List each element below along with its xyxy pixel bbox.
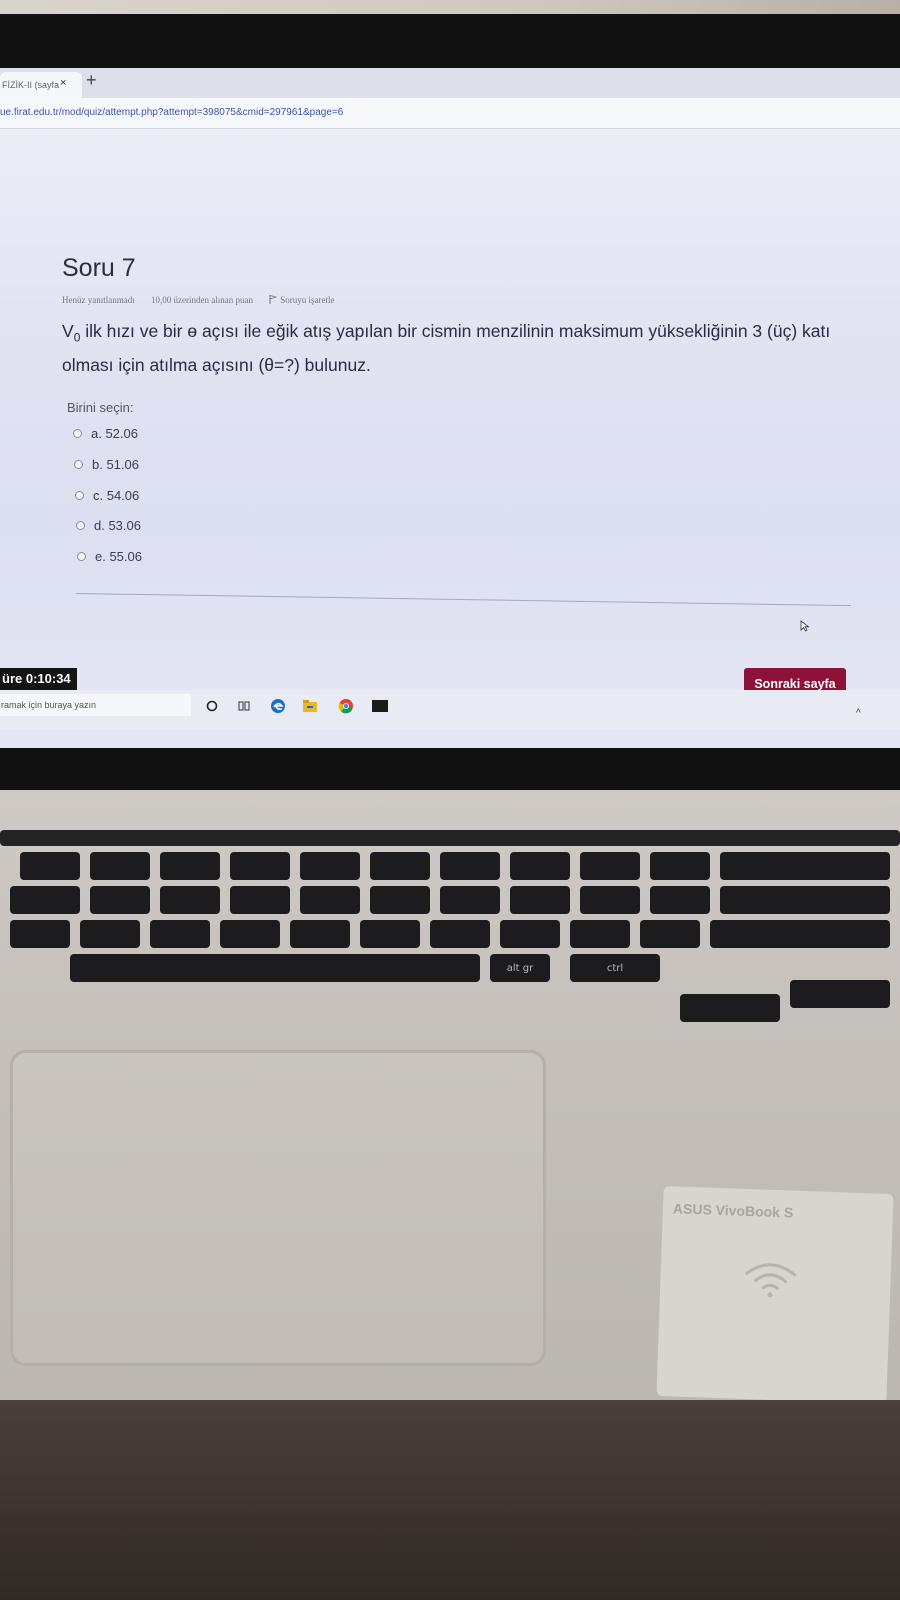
arrow-left-key: [680, 994, 780, 1022]
task-view-icon[interactable]: [236, 698, 252, 714]
divider: [75, 593, 851, 607]
key: [300, 886, 360, 914]
key: [710, 920, 890, 948]
option-label: d. 53.06: [94, 518, 141, 533]
ctrl-key: ctrl: [570, 954, 660, 982]
key: [650, 852, 710, 880]
key: [230, 852, 290, 880]
radio-button[interactable]: [76, 521, 85, 530]
keyboard: alt gr ctrl: [0, 830, 900, 1030]
key: [510, 852, 570, 880]
file-explorer-icon[interactable]: [302, 698, 318, 714]
option-label: a. 52.06: [91, 426, 138, 441]
flag-question-label: Soruyu işaretle: [280, 295, 335, 305]
browser-tab[interactable]: FİZİK-II (sayfa ×: [0, 72, 82, 98]
table-surface: [0, 1400, 900, 1600]
key: [370, 886, 430, 914]
key: [160, 886, 220, 914]
question-text: V0 ilk hızı ve bir ɵ açısı ile eğik atış…: [62, 321, 831, 375]
option-label: e. 55.06: [95, 549, 142, 564]
key: [580, 852, 640, 880]
key: [160, 852, 220, 880]
tab-close-icon[interactable]: ×: [60, 77, 66, 89]
edge-browser-icon[interactable]: [270, 698, 286, 714]
windows-taskbar: ramak için buraya yazın ^: [0, 690, 900, 730]
function-key-row: [0, 830, 900, 846]
terminal-app-icon[interactable]: [372, 698, 388, 714]
key: [370, 852, 430, 880]
question-title: Soru 7: [62, 254, 136, 282]
option-label: c. 54.06: [93, 488, 140, 503]
laptop-screen: FİZİK-II (sayfa × + ue.firat.edu.tr/mod/…: [0, 68, 900, 768]
space-key: [70, 954, 480, 982]
answer-option-e[interactable]: e. 55.06: [77, 549, 142, 564]
alt-gr-key: alt gr: [490, 954, 550, 982]
answer-option-d[interactable]: d. 53.06: [76, 518, 141, 533]
option-label: b. 51.06: [92, 457, 139, 472]
key: [440, 852, 500, 880]
key: [10, 886, 80, 914]
key: [360, 920, 420, 948]
laptop-sticker: ASUS VivoBook S: [656, 1186, 894, 1404]
key: [510, 886, 570, 914]
url-text: ue.firat.edu.tr/mod/quiz/attempt.php?att…: [0, 107, 344, 118]
address-bar[interactable]: ue.firat.edu.tr/mod/quiz/attempt.php?att…: [0, 98, 900, 129]
key: [640, 920, 700, 948]
key: [290, 920, 350, 948]
browser-tab-bar: FİZİK-II (sayfa × +: [0, 68, 900, 98]
key: [20, 852, 80, 880]
flag-question-link[interactable]: Soruyu işaretle: [269, 295, 348, 305]
key: [720, 886, 890, 914]
answer-prompt: Birini seçin:: [67, 400, 134, 415]
laptop-bezel-top: [0, 14, 900, 74]
key: [90, 886, 150, 914]
touchpad: [10, 1050, 546, 1366]
key: [90, 852, 150, 880]
radio-button[interactable]: [75, 491, 84, 500]
key: [230, 886, 290, 914]
quiz-timer: üre 0:10:34: [0, 668, 77, 690]
sticker-brand: ASUS VivoBook S: [672, 1200, 794, 1221]
flag-icon: [269, 295, 278, 304]
taskbar-search-input[interactable]: ramak için buraya yazın: [0, 694, 191, 716]
wifi-icon: [744, 1263, 797, 1298]
key: [10, 920, 70, 948]
chrome-browser-icon[interactable]: [338, 698, 354, 714]
arrow-up-down-key: [790, 980, 890, 1008]
answer-option-a[interactable]: a. 52.06: [73, 426, 138, 441]
key: [500, 920, 560, 948]
cortana-circle-icon[interactable]: [204, 698, 220, 714]
new-tab-icon[interactable]: +: [86, 70, 97, 91]
question-points: 10,00 üzerinden alınan puan: [150, 295, 253, 305]
key: [650, 886, 710, 914]
tab-title: FİZİK-II (sayfa: [2, 80, 60, 90]
radio-button[interactable]: [77, 552, 86, 561]
key: [220, 920, 280, 948]
key: [570, 920, 630, 948]
answer-option-b[interactable]: b. 51.06: [74, 457, 139, 472]
key: [430, 920, 490, 948]
key: [80, 920, 140, 948]
key: [580, 886, 640, 914]
radio-button[interactable]: [73, 429, 82, 438]
radio-button[interactable]: [74, 460, 83, 469]
key: [720, 852, 890, 880]
key: [300, 852, 360, 880]
question-status: Henüz yanıtlanmadı: [62, 295, 135, 305]
key: [440, 886, 500, 914]
key: [150, 920, 210, 948]
question-info: Henüz yanıtlanmadı 10,00 üzerinden alına…: [62, 294, 362, 305]
system-tray-chevron-icon[interactable]: ^: [856, 708, 861, 719]
answer-option-c[interactable]: c. 54.06: [75, 488, 139, 503]
mouse-cursor-icon: [800, 620, 810, 632]
